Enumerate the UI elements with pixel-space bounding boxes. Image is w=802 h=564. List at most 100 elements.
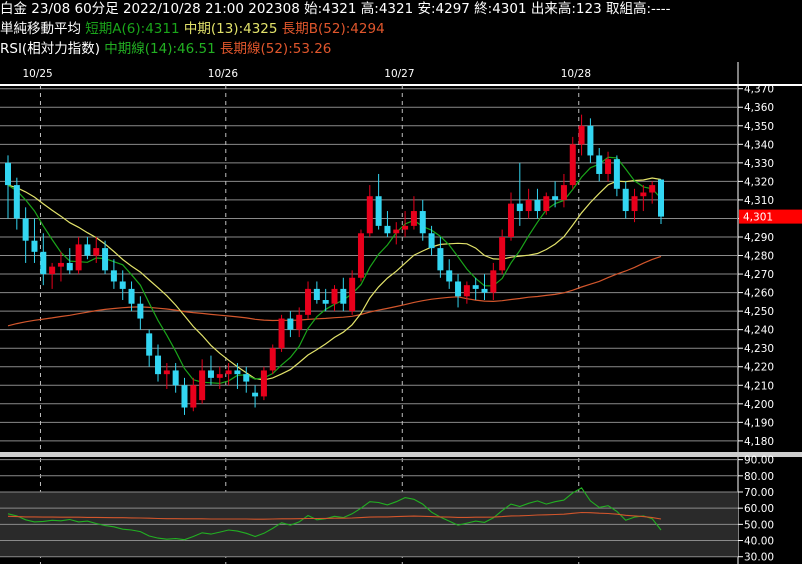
- candle-body: [199, 370, 206, 401]
- candle-body: [49, 266, 56, 275]
- candlestick-layer: [5, 114, 664, 415]
- price-tick-label: 4,360: [744, 102, 774, 114]
- rsi-layer: [0, 459, 738, 558]
- candle-body: [525, 199, 532, 212]
- candle-body: [5, 162, 11, 186]
- rsi-tick-label: 90.00: [744, 455, 774, 467]
- date-label: 10/28: [561, 68, 591, 80]
- candle-body: [463, 285, 470, 297]
- candle-body: [190, 385, 197, 408]
- candle-body: [93, 248, 100, 256]
- grid-layer: [0, 62, 802, 564]
- candle-body: [313, 288, 320, 301]
- candle-body: [128, 288, 135, 304]
- candle-body: [137, 303, 144, 319]
- price-tick-label: 4,190: [744, 417, 774, 429]
- candle-body: [225, 370, 232, 375]
- candle-body: [587, 125, 594, 156]
- price-chart[interactable]: 4,180 4,190 4,200 4,210 4,220 4,230 4,240 4,250…: [0, 0, 802, 564]
- price-tick-label: 4,280: [744, 251, 774, 263]
- candle-body: [13, 185, 20, 219]
- candle-body: [66, 262, 73, 271]
- price-tick-label: 4,340: [744, 139, 774, 151]
- candle-body: [613, 159, 620, 189]
- price-tick-label: 4,260: [744, 288, 774, 300]
- panel-divider: [0, 452, 802, 457]
- candle-body: [22, 218, 29, 241]
- candle-body: [428, 233, 435, 249]
- price-tick-label: 4,230: [744, 343, 774, 355]
- candle-body: [402, 225, 409, 230]
- candle-body: [172, 370, 179, 386]
- candle-body: [234, 370, 241, 375]
- candle-body: [410, 211, 417, 226]
- candle-body: [534, 199, 541, 212]
- candle-body: [322, 300, 329, 304]
- price-tick-label: 4,250: [744, 306, 774, 318]
- rsi-tick-label: 80.00: [744, 471, 774, 483]
- price-tick-label: 4,220: [744, 362, 774, 374]
- candle-body: [207, 370, 214, 378]
- price-tick-label: 4,210: [744, 380, 774, 392]
- candle-body: [305, 288, 312, 315]
- candle-body: [119, 281, 126, 289]
- candle-body: [649, 185, 656, 193]
- candle-body: [446, 270, 453, 282]
- price-tick-label: 4,370: [744, 84, 774, 96]
- candle-body: [260, 370, 267, 397]
- candle-body: [516, 203, 523, 212]
- candle-body: [84, 244, 91, 256]
- candle-body: [560, 185, 567, 200]
- price-tick-label: 4,240: [744, 325, 774, 337]
- candle-body: [31, 240, 38, 252]
- candle-body: [349, 277, 356, 312]
- candle-body: [578, 125, 585, 145]
- price-tick-label: 4,180: [744, 436, 774, 448]
- rsi-tick-label: 40.00: [744, 536, 774, 548]
- candle-body: [57, 262, 64, 267]
- ma-mid-line: [7, 177, 662, 381]
- candle-body: [40, 251, 47, 275]
- price-tick-label: 4,330: [744, 158, 774, 170]
- candle-body: [384, 225, 391, 234]
- rsi-tick-label: 50.00: [744, 519, 774, 531]
- candle-body: [146, 333, 153, 356]
- candle-body: [455, 281, 462, 297]
- candle-body: [596, 155, 603, 174]
- date-label: 10/25: [22, 68, 52, 80]
- price-tick-label: 4,350: [744, 121, 774, 133]
- candle-body: [569, 144, 576, 186]
- candle-body: [472, 285, 479, 289]
- candle-body: [375, 196, 382, 226]
- candle-body: [631, 196, 638, 212]
- price-tick-label: 4,290: [744, 232, 774, 244]
- candle-body: [278, 318, 285, 349]
- candle-body: [252, 392, 259, 397]
- date-label: 10/27: [384, 68, 414, 80]
- candle-body: [543, 196, 550, 212]
- price-tick-label: 4,320: [744, 176, 774, 188]
- candle-body: [419, 211, 426, 234]
- candle-body: [155, 355, 162, 375]
- date-label: 10/26: [208, 68, 239, 80]
- candle-body: [287, 318, 294, 330]
- candle-body: [393, 229, 400, 234]
- candle-body: [181, 385, 188, 408]
- candle-body: [269, 348, 276, 371]
- price-tick-label: 4,200: [744, 399, 774, 411]
- candle-body: [490, 270, 497, 293]
- candle-body: [507, 203, 514, 237]
- candle-body: [605, 159, 612, 174]
- candle-body: [658, 179, 664, 217]
- candle-body: [622, 188, 629, 212]
- candle-body: [366, 196, 373, 234]
- candle-body: [499, 236, 506, 271]
- last-price-label: 4,301: [743, 212, 773, 224]
- candle-body: [340, 288, 347, 304]
- candle-body: [296, 314, 303, 330]
- candle-body: [552, 196, 559, 200]
- price-tick-label: 4,270: [744, 269, 774, 281]
- candle-body: [331, 288, 338, 304]
- rsi-tick-label: 60.00: [744, 503, 774, 515]
- candle-body: [243, 374, 250, 382]
